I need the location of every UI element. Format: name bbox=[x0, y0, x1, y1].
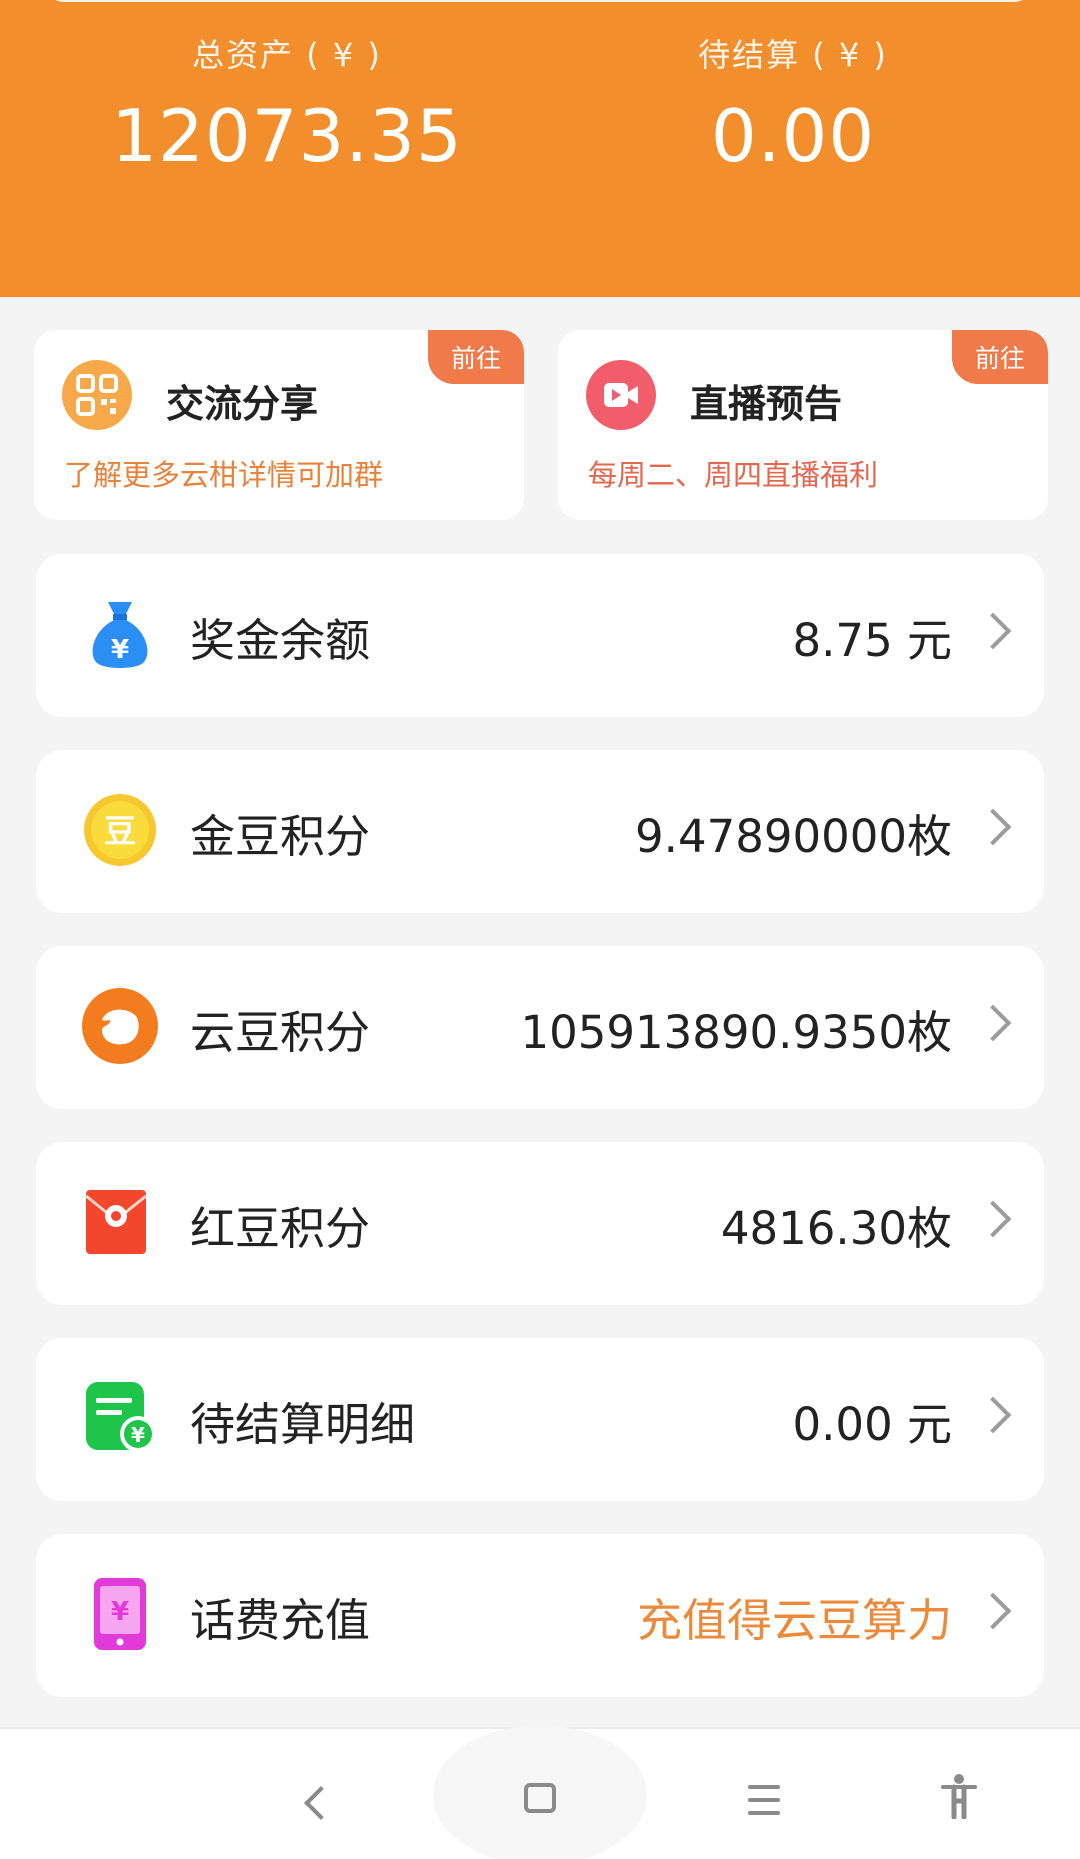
money-bag-icon: ¥ bbox=[80, 594, 160, 674]
chevron-right-icon bbox=[974, 612, 1012, 650]
qr-code-icon bbox=[62, 360, 132, 430]
gold-bean-coin-icon: 豆 bbox=[80, 790, 160, 870]
back-icon[interactable] bbox=[304, 1786, 338, 1820]
chevron-right-icon bbox=[974, 1592, 1012, 1630]
svg-text:豆: 豆 bbox=[104, 812, 136, 850]
promo-title: 交流分享 bbox=[166, 382, 319, 426]
row-value: 8.75 元 bbox=[792, 614, 953, 667]
video-camera-icon bbox=[586, 360, 656, 430]
red-envelope-icon bbox=[80, 1182, 160, 1262]
total-assets-value: 12073.35 bbox=[111, 94, 463, 178]
row-label: 云豆积分 bbox=[190, 1006, 371, 1059]
chevron-right-icon bbox=[974, 1200, 1012, 1238]
row-gold-bean[interactable]: 豆 金豆积分 9.47890000枚 bbox=[36, 750, 1044, 913]
chevron-right-icon bbox=[974, 1004, 1012, 1042]
cloud-bean-icon bbox=[80, 986, 160, 1066]
asset-header: 总资产 ( ¥ ) 12073.35 待结算 ( ¥ ) 0.00 bbox=[0, 0, 1080, 297]
row-pending-detail[interactable]: ¥ 待结算明细 0.00 元 bbox=[36, 1338, 1044, 1501]
promo-subtitle: 了解更多云柑详情可加群 bbox=[64, 458, 384, 492]
accessibility-icon[interactable] bbox=[940, 1773, 978, 1820]
svg-text:¥: ¥ bbox=[111, 635, 129, 665]
wallet-page: 总资产 ( ¥ ) 12073.35 待结算 ( ¥ ) 0.00 前往 交流分… bbox=[0, 0, 1080, 1859]
row-label: 奖金余额 bbox=[190, 614, 371, 667]
row-red-bean[interactable]: 红豆积分 4816.30枚 bbox=[36, 1142, 1044, 1305]
row-value: 充值得云豆算力 bbox=[636, 1594, 952, 1647]
row-value: 4816.30枚 bbox=[720, 1202, 952, 1255]
row-value: 0.00 元 bbox=[792, 1398, 953, 1451]
row-label: 红豆积分 bbox=[190, 1202, 371, 1255]
svg-text:¥: ¥ bbox=[111, 1597, 129, 1627]
pending-settlement[interactable]: 待结算 ( ¥ ) 0.00 bbox=[583, 30, 1003, 178]
row-value: 105913890.9350枚 bbox=[520, 1006, 953, 1059]
row-label: 金豆积分 bbox=[190, 810, 371, 863]
promo-title: 直播预告 bbox=[690, 382, 843, 426]
home-icon[interactable] bbox=[524, 1783, 556, 1813]
row-label: 待结算明细 bbox=[190, 1398, 416, 1451]
promo-subtitle: 每周二、周四直播福利 bbox=[588, 458, 879, 492]
system-nav-bar bbox=[0, 1725, 1080, 1859]
promo-go-badge[interactable]: 前往 bbox=[428, 330, 524, 384]
svg-text:¥: ¥ bbox=[131, 1423, 145, 1447]
promo-go-badge[interactable]: 前往 bbox=[952, 330, 1048, 384]
chevron-right-icon bbox=[974, 1396, 1012, 1434]
promo-card-live[interactable]: 前往 直播预告 每周二、周四直播福利 bbox=[558, 330, 1048, 520]
total-assets[interactable]: 总资产 ( ¥ ) 12073.35 bbox=[77, 30, 497, 178]
row-phone-recharge[interactable]: ¥ 话费充值 充值得云豆算力 bbox=[36, 1534, 1044, 1697]
bill-yuan-icon: ¥ bbox=[80, 1378, 160, 1458]
row-bonus-balance[interactable]: ¥ 奖金余额 8.75 元 bbox=[36, 554, 1044, 717]
row-value: 9.47890000枚 bbox=[635, 810, 952, 863]
pending-value: 0.00 bbox=[710, 94, 876, 178]
row-label: 话费充值 bbox=[190, 1594, 371, 1647]
menu-icon[interactable] bbox=[748, 1785, 780, 1824]
row-cloud-bean[interactable]: 云豆积分 105913890.9350枚 bbox=[36, 946, 1044, 1109]
pending-label: 待结算 ( ¥ ) bbox=[698, 36, 888, 74]
total-assets-label: 总资产 ( ¥ ) bbox=[192, 36, 382, 74]
promo-card-share[interactable]: 前往 交流分享 了解更多云柑详情可加群 bbox=[34, 330, 524, 520]
phone-yuan-icon: ¥ bbox=[80, 1574, 160, 1654]
header-top-card bbox=[44, 0, 1034, 2]
chevron-right-icon bbox=[974, 808, 1012, 846]
